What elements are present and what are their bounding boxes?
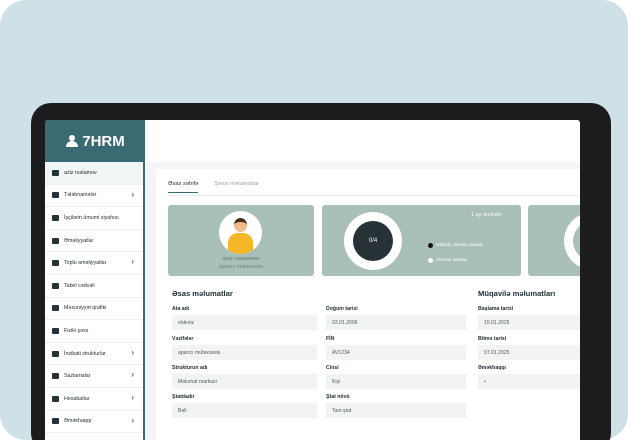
- chevron-right-icon: ›: [131, 347, 134, 357]
- period-label: 1 ay ərzində: [471, 212, 501, 218]
- table-icon: [52, 214, 59, 221]
- field-label-on-staff: Ştatdadır: [172, 394, 195, 400]
- field-value-positions[interactable]: aparıcı mütəxəssis: [172, 345, 317, 360]
- sidebar-item-user-profile[interactable]: aziz rustamov: [45, 162, 143, 185]
- people-icon: [52, 327, 59, 334]
- sidebar-item-vacation-schedule[interactable]: Məzuniyyət qrafiki: [45, 298, 143, 321]
- field-value-birth-date[interactable]: 03.01.2006: [326, 315, 466, 330]
- field-label-structure-name: Strukturun adı: [172, 365, 208, 371]
- field-value-gender[interactable]: Kişi: [326, 374, 466, 389]
- chevron-right-icon: ›: [131, 415, 134, 425]
- field-label-salary: Əməkhaqqı: [478, 365, 506, 371]
- sidebar-item-label: Tabel cədvəli: [64, 282, 95, 289]
- sidebar-item-timesheet[interactable]: Tabel cədvəli: [45, 275, 143, 298]
- sidebar-item-operations[interactable]: Əməliyyatlar: [45, 230, 143, 253]
- field-label-end-date: Bitmə tarixi: [478, 336, 507, 342]
- profile-name: aziz rustamov: [222, 256, 260, 262]
- document-icon: [52, 237, 59, 244]
- hours-ring-chart: 0/4: [344, 212, 402, 270]
- sidebar-item-label: Toplu əməliyyatlar: [64, 260, 107, 267]
- sidebar-item-admin-structures[interactable]: İnzibati strukturlar ›: [45, 343, 143, 366]
- logo-person-icon: [65, 135, 79, 147]
- hierarchy-icon: [52, 350, 59, 357]
- sidebar-item-settings[interactable]: Sazlamalar ›: [45, 365, 143, 388]
- contract-info-title: Müqavilə məlumatları: [478, 289, 556, 298]
- tab-home[interactable]: Əsas səhifə: [168, 181, 199, 193]
- wallet-icon: [52, 418, 59, 425]
- tab-divider: [168, 195, 580, 196]
- main-content: Əsas səhifə Şəxsi məlumatlar aziz rustam…: [156, 169, 580, 440]
- folder-icon: [52, 192, 59, 199]
- list-icon: [52, 282, 59, 289]
- secondary-ring-chart: [564, 212, 580, 270]
- chevron-right-icon: ›: [131, 189, 134, 199]
- menu-lines-icon: [52, 395, 59, 402]
- profile-role: aparıcı mütəxəssis: [218, 264, 264, 270]
- field-value-salary[interactable]: •: [478, 374, 580, 389]
- field-value-structure-name[interactable]: Məlumat markazi: [172, 374, 317, 389]
- image-icon: [52, 260, 59, 267]
- chevron-right-icon: ›: [131, 370, 134, 380]
- sidebar-item-label: İnzibati strukturlar: [64, 350, 106, 357]
- sidebar-item-label: Tələbnamələr: [64, 192, 97, 199]
- legend-total-hours: Ümumi saatlar: [428, 258, 467, 263]
- gear-icon: [52, 373, 59, 380]
- sidebar-item-label: Əməliyyatlar: [64, 237, 94, 244]
- sidebar-item-label: Sazlamalar: [64, 373, 91, 380]
- chevron-right-icon: ›: [131, 392, 134, 402]
- app-logo[interactable]: 7HRM: [45, 120, 145, 162]
- field-label-staff-type: Ştat növü: [326, 394, 350, 400]
- sidebar: 7HRM aziz rustamov Tələbnamələr › İşçilər…: [45, 120, 145, 440]
- pie-chart-icon: [52, 305, 59, 312]
- tab-bar: Əsas səhifə Şəxsi məlumatlar: [168, 181, 259, 193]
- legend-used-hours: İstifadə olunan saatlar: [428, 243, 483, 248]
- field-value-staff-type[interactable]: Tam ştat: [326, 403, 466, 418]
- avatar: [219, 211, 262, 254]
- field-value-end-date[interactable]: 07.01.2025: [478, 345, 580, 360]
- sidebar-menu: aziz rustamov Tələbnamələr › İşçilərin üm…: [45, 162, 143, 440]
- profile-card: aziz rustamov aparıcı mütəxəssis: [168, 205, 314, 276]
- sidebar-item-bulk-operations[interactable]: Toplu əməliyyatlar ›: [45, 252, 143, 275]
- sidebar-item-label: Fiziki şəxs: [64, 327, 89, 334]
- sidebar-item-label: aziz rustamov: [64, 169, 97, 176]
- hours-ring-value: 0/4: [353, 221, 393, 261]
- sidebar-item-label: Hesabatlar: [64, 395, 90, 402]
- secondary-stats-card: [528, 205, 580, 276]
- field-label-gender: Cinsi: [326, 365, 339, 371]
- legend-dot-used: [428, 243, 433, 248]
- logo-text: 7HRM: [82, 132, 125, 150]
- sidebar-item-individual[interactable]: Fiziki şəxs: [45, 320, 143, 343]
- sidebar-item-label: Məzuniyyət qrafiki: [64, 305, 107, 312]
- sidebar-item-employee-list[interactable]: İşçilərin ümumi siyahısı: [45, 207, 143, 230]
- legend-dot-total: [428, 258, 433, 263]
- sidebar-item-label: İşçilərin ümumi siyahısı: [64, 214, 119, 221]
- sidebar-item-requests[interactable]: Tələbnamələr ›: [45, 185, 143, 208]
- field-label-positions: Vəzifələr: [172, 336, 194, 342]
- field-label-father-name: Ata adı: [172, 306, 190, 312]
- sidebar-item-salary[interactable]: Əməkhaqqı ›: [45, 411, 143, 434]
- app-screen: 7HRM aziz rustamov Tələbnamələr › İşçilər…: [45, 120, 580, 440]
- tab-personal-info[interactable]: Şəxsi məlumatlar: [214, 181, 258, 193]
- hours-card: 0/4 1 ay ərzində İstifadə olunan saatlar…: [322, 205, 521, 276]
- field-value-fin[interactable]: AV1234: [326, 345, 466, 360]
- laptop-frame: 7HRM aziz rustamov Tələbnamələr › İşçilər…: [31, 103, 611, 440]
- field-label-start-date: Başlama tarixi: [478, 306, 514, 312]
- main-info-title: Əsas məlumatlar: [172, 289, 233, 298]
- field-value-father-name[interactable]: eldeniz: [172, 315, 317, 330]
- sidebar-item-label: Əməkhaqqı: [64, 418, 92, 425]
- field-value-on-staff[interactable]: Bəli: [172, 403, 317, 418]
- field-label-fin: FİN: [326, 336, 335, 342]
- chevron-right-icon: ›: [131, 257, 134, 267]
- sidebar-item-reports[interactable]: Hesabatlar ›: [45, 388, 143, 411]
- field-value-start-date[interactable]: 15.01.2025: [478, 315, 580, 330]
- top-bar: [145, 120, 580, 162]
- field-label-birth-date: Doğum tarixi: [326, 306, 358, 312]
- user-icon: [52, 169, 59, 176]
